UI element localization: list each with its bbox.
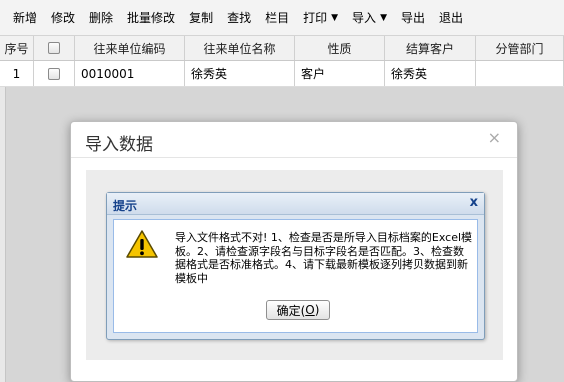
ok-button-label-suffix: ) <box>314 303 320 317</box>
row-index: 1 <box>0 61 34 86</box>
grid-row-header-strip <box>0 87 6 382</box>
alert-content: 导入文件格式不对! 1、检查是否是所导入目标档案的Excel模板。2、请检查源字… <box>113 219 478 333</box>
caret-down-icon: ▼ <box>380 12 387 23</box>
print-menu-button[interactable]: 打印 ▼ <box>296 7 345 29</box>
ok-button[interactable]: 确定(O) <box>266 300 330 320</box>
cell-name: 徐秀英 <box>185 61 295 86</box>
cell-settle: 徐秀英 <box>385 61 476 86</box>
alert-box: 提示 x 导入文件格式不对! 1、检查是否是所导入目标档案的Excel模板。2、… <box>106 192 485 340</box>
ok-button-shortcut-key: O <box>305 303 315 317</box>
ok-button-label: 确定( <box>276 303 306 318</box>
batch-edit-button[interactable]: 批量修改 <box>120 7 182 29</box>
toolbar: 新增 修改 删除 批量修改 复制 查找 栏目 打印 ▼ 导入 ▼ 导出 退出 <box>0 0 564 35</box>
table-row[interactable]: 1 0010001 徐秀英 客户 徐秀英 <box>0 61 564 87</box>
dialog-divider <box>71 157 517 158</box>
copy-button[interactable]: 复制 <box>182 7 220 29</box>
dialog-title: 导入数据 <box>85 135 153 155</box>
column-header-code[interactable]: 往来单位编码 <box>75 36 185 60</box>
column-header-index[interactable]: 序号 <box>0 36 34 60</box>
column-header-type[interactable]: 性质 <box>295 36 385 60</box>
add-button[interactable]: 新增 <box>6 7 44 29</box>
alert-title: 提示 <box>113 199 138 213</box>
import-data-dialog: 导入数据 × 提示 x 导入文件格式不对! 1、检查是否是所导入目标档案的Exc… <box>70 121 518 382</box>
delete-button[interactable]: 删除 <box>82 7 120 29</box>
data-grid: 序号 往来单位编码 往来单位名称 性质 结算客户 分管部门 1 0010001 … <box>0 35 564 87</box>
import-menu-button[interactable]: 导入 ▼ <box>345 7 394 29</box>
alert-title-bar: 提示 x <box>107 193 484 215</box>
export-button[interactable]: 导出 <box>394 7 432 29</box>
caret-down-icon: ▼ <box>331 12 339 23</box>
alert-close-icon[interactable]: x <box>470 195 478 210</box>
close-icon[interactable]: × <box>488 128 501 147</box>
cell-type: 客户 <box>295 61 385 86</box>
warning-icon <box>126 230 158 258</box>
row-checkbox[interactable] <box>48 67 60 80</box>
column-header-settle[interactable]: 结算客户 <box>385 36 476 60</box>
edit-button[interactable]: 修改 <box>44 7 82 29</box>
find-button[interactable]: 查找 <box>220 7 258 29</box>
exit-button[interactable]: 退出 <box>432 7 470 29</box>
select-all-checkbox-cell <box>34 36 75 60</box>
cell-code: 0010001 <box>75 61 185 86</box>
row-checkbox-cell <box>34 61 75 86</box>
cell-dept <box>476 61 564 86</box>
column-header-dept[interactable]: 分管部门 <box>476 36 564 60</box>
columns-button[interactable]: 栏目 <box>258 7 296 29</box>
grid-header: 序号 往来单位编码 往来单位名称 性质 结算客户 分管部门 <box>0 35 564 61</box>
column-header-name[interactable]: 往来单位名称 <box>185 36 295 60</box>
select-all-checkbox[interactable] <box>48 42 60 54</box>
alert-message: 导入文件格式不对! 1、检查是否是所导入目标档案的Excel模板。2、请检查源字… <box>175 231 473 285</box>
